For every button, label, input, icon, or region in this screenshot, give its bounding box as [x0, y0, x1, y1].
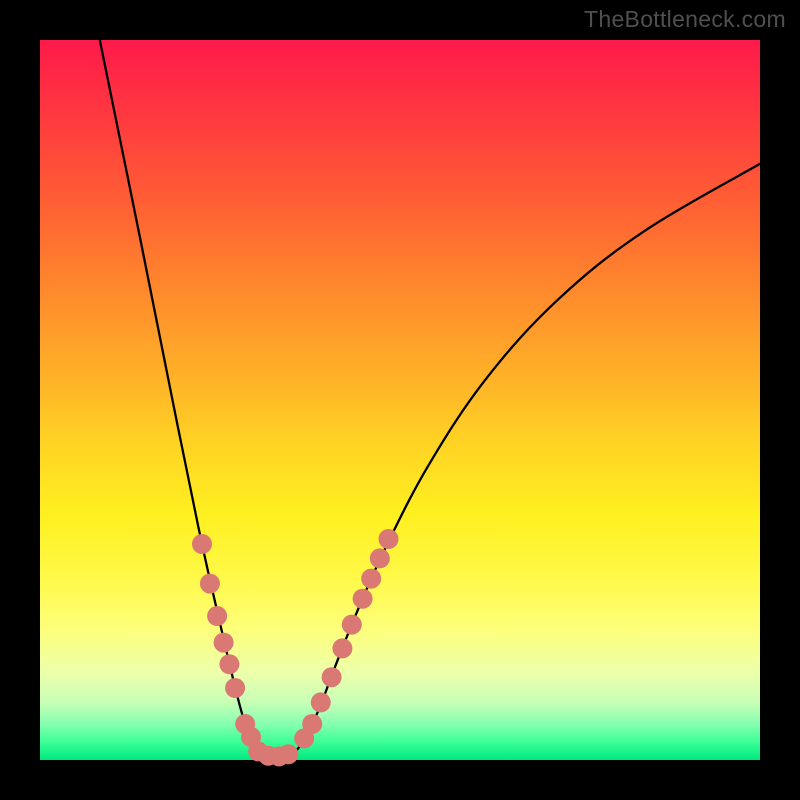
- data-dot: [332, 638, 352, 658]
- data-dot: [379, 529, 399, 549]
- data-dot: [200, 574, 220, 594]
- data-dot: [302, 714, 322, 734]
- data-dot: [311, 692, 331, 712]
- plot-area: [40, 40, 760, 760]
- data-dot: [214, 633, 234, 653]
- watermark-label: TheBottleneck.com: [584, 6, 786, 33]
- data-dot: [342, 615, 362, 635]
- data-dot: [370, 548, 390, 568]
- data-dot: [322, 667, 342, 687]
- data-dot: [192, 534, 212, 554]
- chart-frame: TheBottleneck.com: [0, 0, 800, 800]
- data-dot: [219, 654, 239, 674]
- data-dot: [353, 589, 373, 609]
- data-dot: [278, 744, 298, 764]
- curve-path: [100, 40, 760, 758]
- data-dot: [207, 606, 227, 626]
- data-dot: [225, 678, 245, 698]
- bottleneck-curve: [40, 40, 760, 760]
- data-dot: [361, 569, 381, 589]
